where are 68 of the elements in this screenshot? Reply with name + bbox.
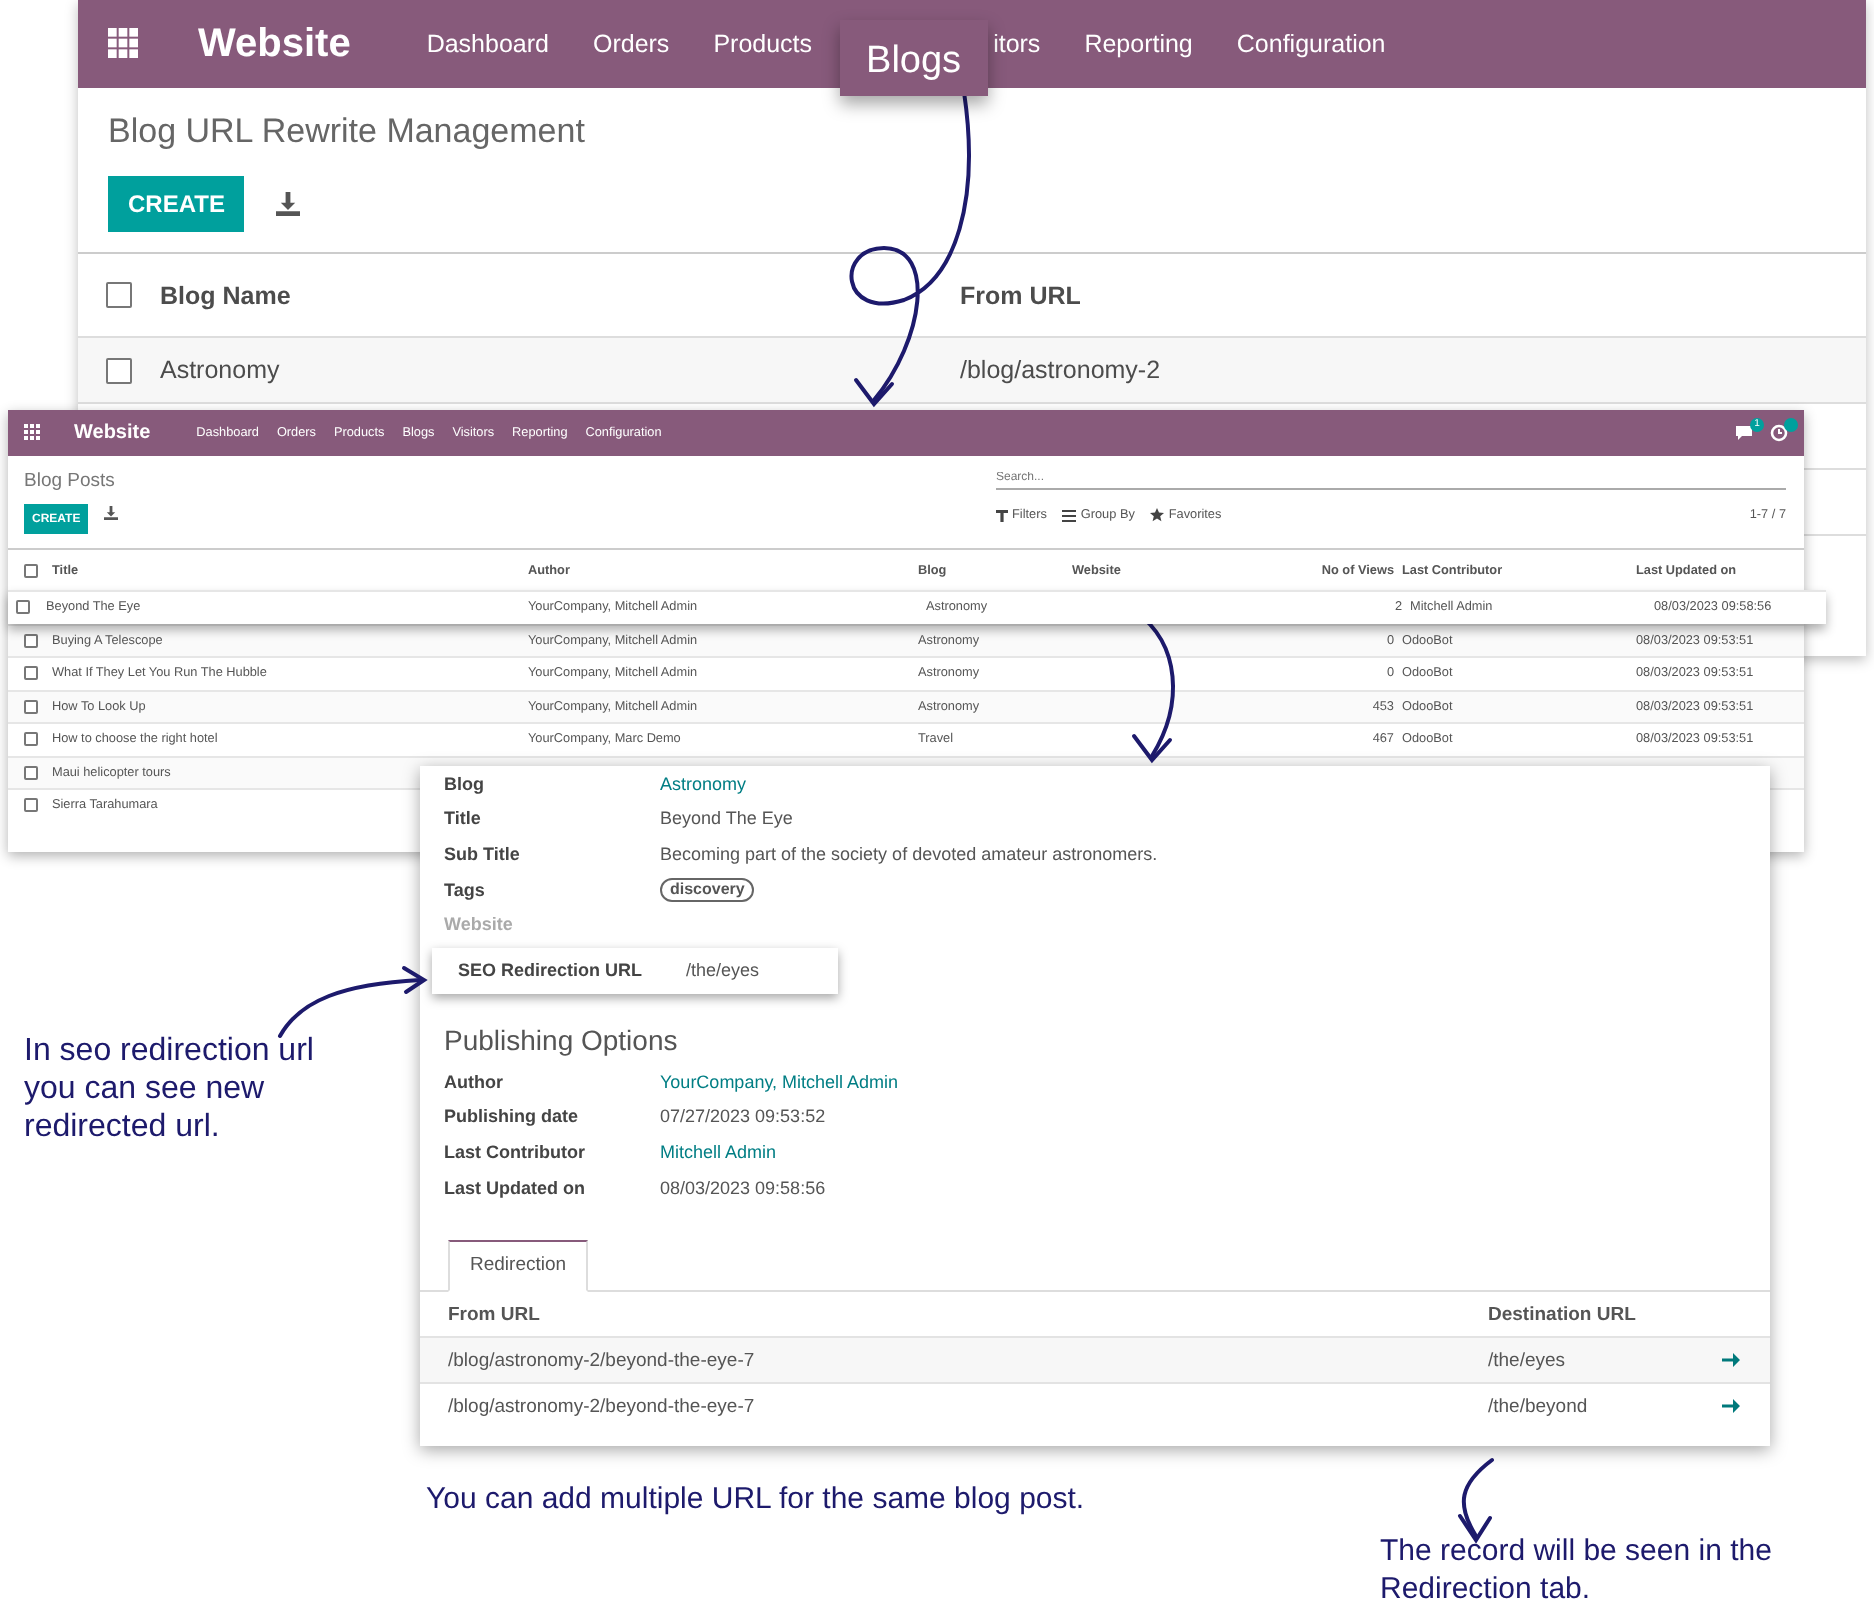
checkbox[interactable]	[24, 666, 38, 681]
arrow-right-icon[interactable]	[1722, 1352, 1740, 1369]
star-icon	[1150, 508, 1165, 522]
create-button[interactable]: CREATE	[108, 176, 245, 232]
field-label: Title	[444, 808, 483, 829]
menu-item[interactable]: Dashboard	[426, 30, 549, 58]
field-link[interactable]: Mitchell Admin	[660, 1141, 1770, 1162]
field-label: Website	[444, 914, 515, 935]
menu-item[interactable]: Orders	[592, 30, 670, 58]
checkbox[interactable]	[24, 732, 38, 747]
field-value: 07/27/2023 09:53:52	[660, 1106, 828, 1127]
tag-chip: discovery	[660, 877, 755, 902]
page-title: Blog URL Rewrite Management	[108, 112, 587, 152]
table-cell-text: /blog/astronomy-2	[960, 356, 1163, 384]
annotation-text: In seo redirection url you can see new redirected url.	[24, 1032, 316, 1146]
field-label: Blog	[444, 773, 486, 794]
notification-badge	[1784, 418, 1798, 432]
column-header: From URL	[960, 281, 1083, 309]
section-title: Publishing Options	[444, 1023, 680, 1056]
table-cell-text: /blog/astronomy-2/beyond-the-eye-7	[448, 1349, 757, 1372]
tab[interactable]: Redirection	[448, 1240, 589, 1293]
table-cell-text: /blog/astronomy-2/beyond-the-eye-7	[448, 1395, 757, 1418]
menu-item[interactable]: Reporting	[1084, 30, 1193, 58]
checkbox[interactable]	[16, 600, 30, 615]
field-value: Becoming part of the society of devoted amateur astronomers.	[660, 843, 1160, 864]
field-label: Author	[444, 1071, 505, 1092]
field-label: Last Contributor	[444, 1141, 587, 1162]
page-title: Blog Posts	[24, 470, 117, 492]
field-label: Publishing date	[444, 1106, 581, 1127]
arrow-right-icon[interactable]	[1722, 1398, 1740, 1415]
clock-icon[interactable]	[1770, 424, 1788, 442]
field-label: Tags	[444, 879, 487, 900]
checkbox[interactable]	[24, 798, 38, 813]
apps-icon[interactable]	[24, 424, 42, 442]
filter-icon	[996, 509, 1008, 521]
checkbox[interactable]	[24, 633, 38, 648]
annotation-text: You can add multiple URL for the same blog post.	[426, 1480, 1087, 1518]
checkbox[interactable]	[106, 282, 132, 308]
menu-item[interactable]: Configuration	[1236, 30, 1386, 58]
annotation-text: The record will be seen in the Redirection tab.	[1380, 1532, 1774, 1608]
field-value: 08/03/2023 09:58:56	[660, 1177, 828, 1198]
app-name: Website	[74, 422, 151, 444]
field-label: Last Updated on	[444, 1177, 588, 1198]
download-icon[interactable]	[276, 192, 301, 216]
download-icon[interactable]	[104, 506, 119, 520]
list-icon	[1062, 509, 1077, 521]
field-link[interactable]: YourCompany, Mitchell Admin	[660, 1071, 1770, 1092]
checkbox[interactable]	[106, 357, 132, 383]
table-cell-text: /the/eyes	[1488, 1349, 1568, 1372]
field-label: Sub Title	[444, 843, 522, 864]
column-header: From URL	[448, 1303, 542, 1326]
column-header: Blog Name	[160, 281, 293, 309]
field-label: SEO Redirection URL	[458, 960, 643, 981]
menu-item[interactable]: itors	[993, 30, 1041, 58]
checkbox[interactable]	[24, 699, 38, 714]
menu-item[interactable]: Products	[713, 30, 813, 58]
apps-icon[interactable]	[108, 28, 140, 60]
field-value: Beyond The Eye	[660, 808, 795, 829]
app-name: Website	[198, 21, 351, 67]
field-link[interactable]: Astronomy	[660, 773, 1770, 794]
column-header: Destination URL	[1488, 1303, 1638, 1326]
menu-item[interactable]: Blogs	[840, 20, 988, 96]
field-value: /the/eyes	[686, 960, 760, 981]
checkbox[interactable]	[24, 563, 38, 577]
table-cell-text: Astronomy	[160, 356, 282, 384]
checkbox[interactable]	[24, 765, 38, 780]
chat-icon[interactable]	[1734, 424, 1754, 442]
table-cell-text: /the/beyond	[1488, 1395, 1590, 1418]
